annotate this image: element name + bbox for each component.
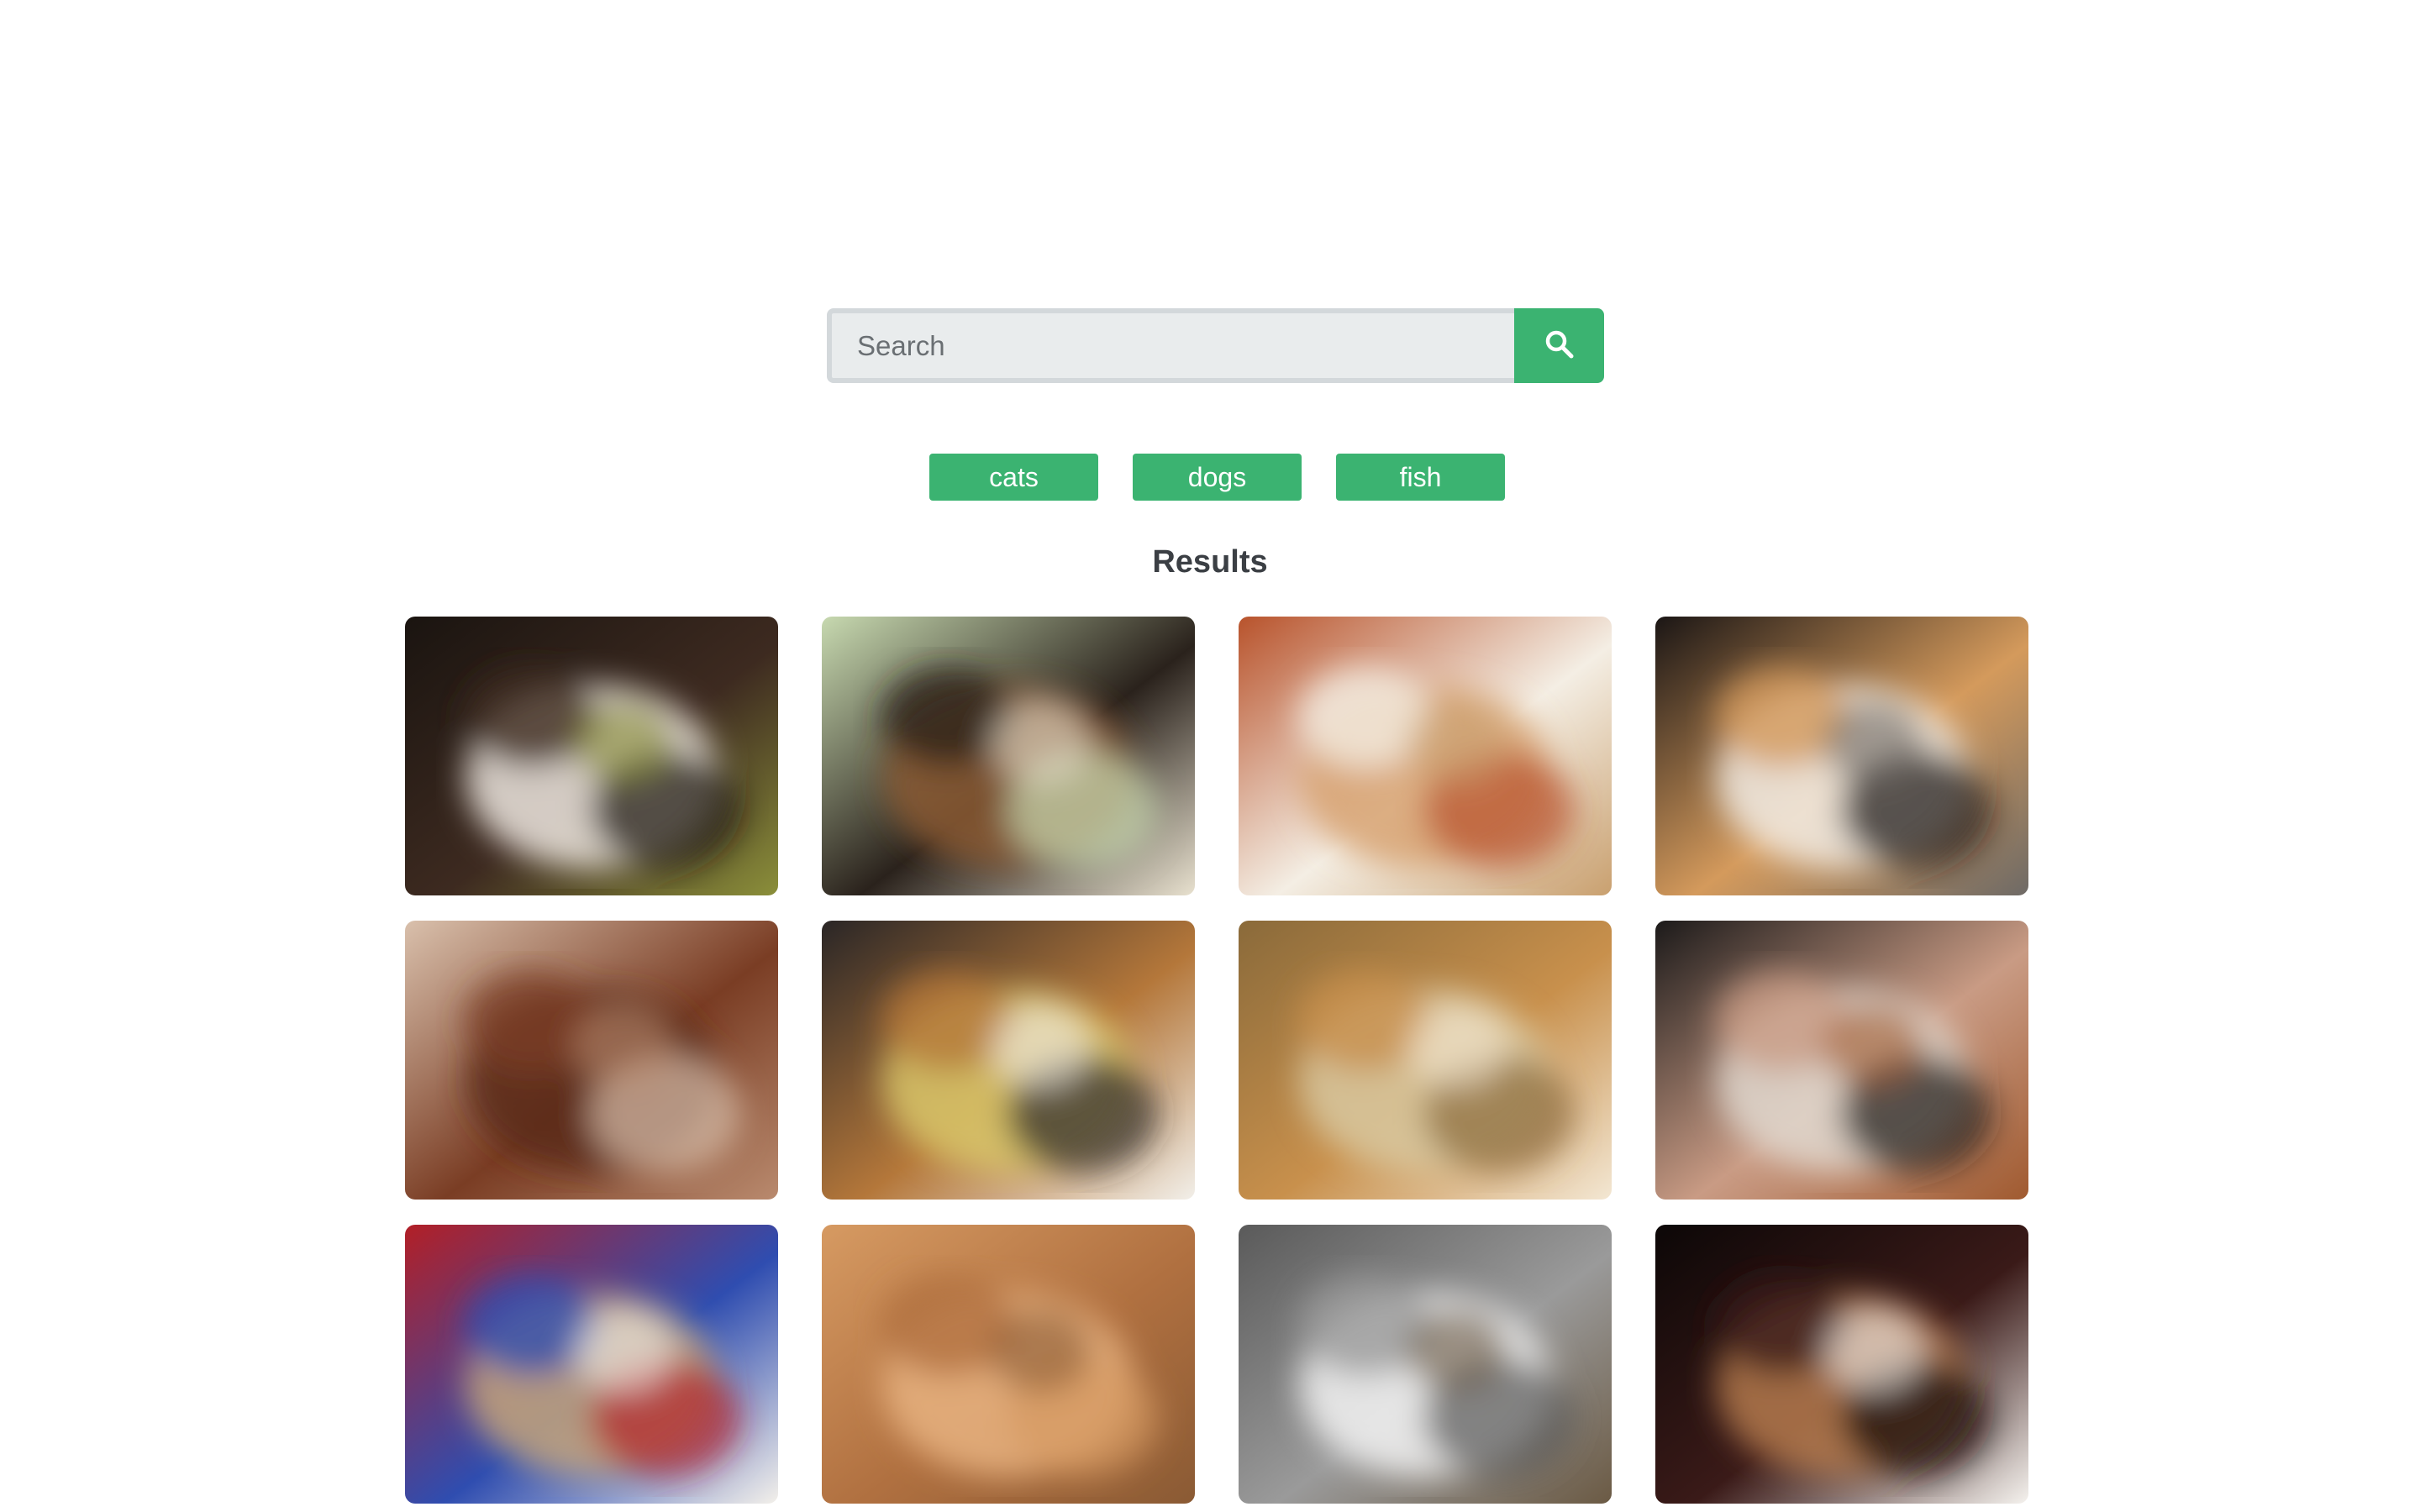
result-image[interactable] [1655,617,2028,895]
result-image[interactable] [1239,1225,1612,1504]
search-icon [1543,328,1576,364]
result-image[interactable] [1655,1225,2028,1504]
page: cats dogs fish Results [0,0,2420,1512]
results-grid [405,617,2028,1504]
result-image[interactable] [822,1225,1195,1504]
search-button[interactable] [1514,308,1604,383]
result-image[interactable] [1655,921,2028,1200]
tag-list: cats dogs fish [929,454,1505,501]
tag-cats-button[interactable]: cats [929,454,1098,501]
result-image[interactable] [405,921,778,1200]
result-image[interactable] [822,921,1195,1200]
results-heading: Results [1152,544,1268,580]
search-bar [827,308,1604,383]
result-image[interactable] [822,617,1195,895]
result-image[interactable] [1239,921,1612,1200]
tag-dogs-button[interactable]: dogs [1133,454,1302,501]
search-input[interactable] [827,308,1514,383]
tag-fish-button[interactable]: fish [1336,454,1505,501]
result-image[interactable] [1239,617,1612,895]
result-image[interactable] [405,1225,778,1504]
result-image[interactable] [405,617,778,895]
